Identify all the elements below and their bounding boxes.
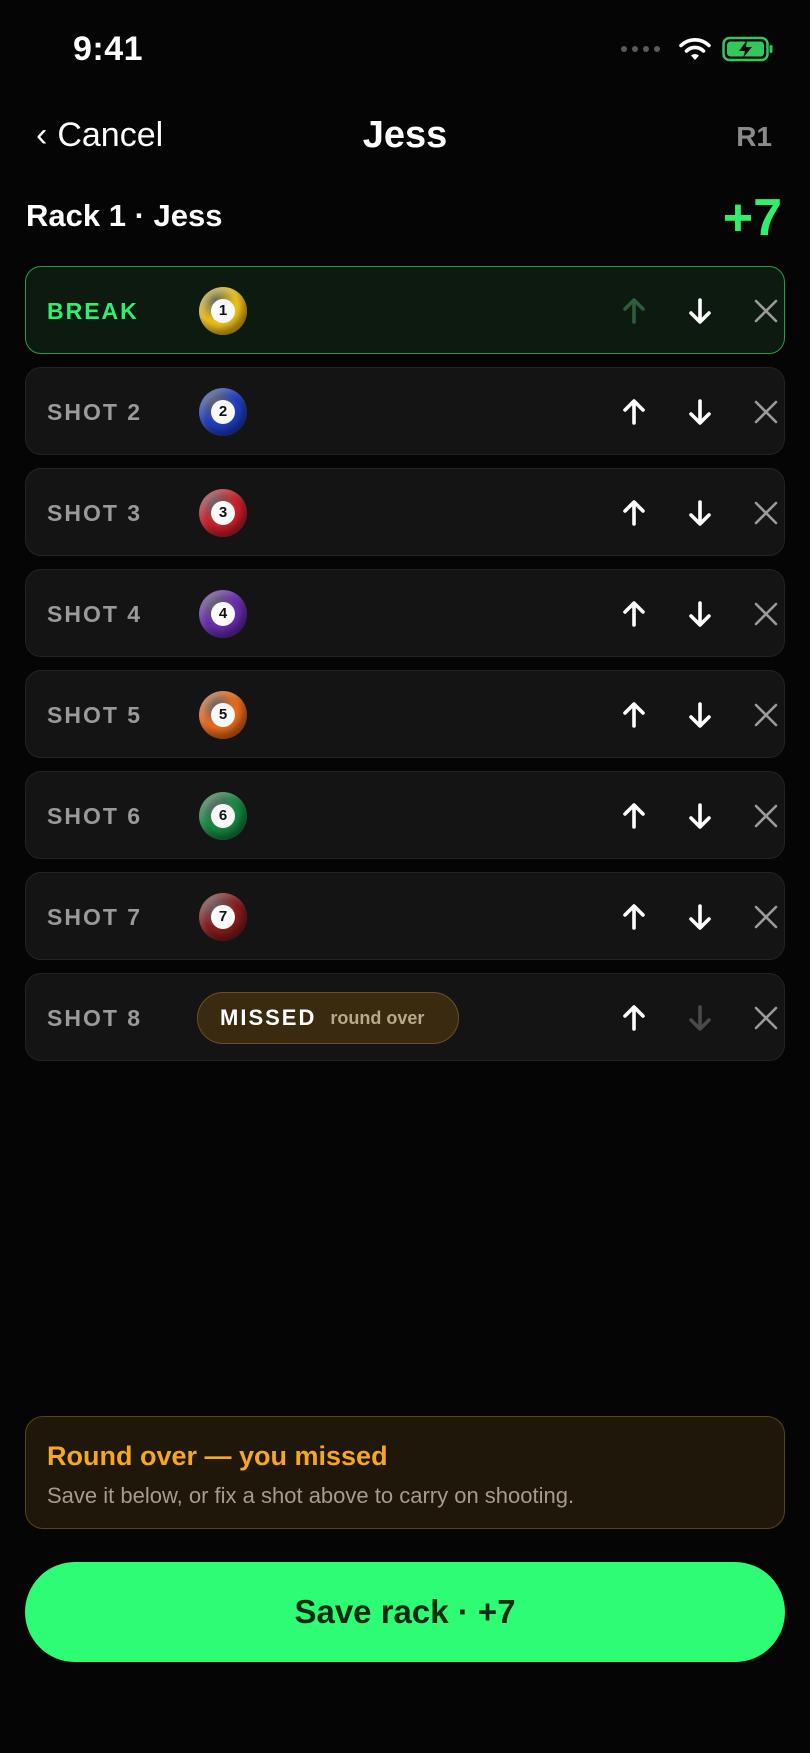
pool-ball-icon: 6 — [199, 792, 247, 840]
move-up-button[interactable] — [612, 491, 656, 535]
move-down-button[interactable] — [678, 794, 722, 838]
move-down-button[interactable] — [678, 289, 722, 333]
arrow-up-icon — [623, 904, 645, 930]
close-icon — [754, 400, 778, 424]
missed-label: MISSED — [220, 1005, 317, 1030]
arrow-down-icon — [689, 500, 711, 526]
arrow-down-icon — [689, 803, 711, 829]
ball-number: 2 — [211, 400, 235, 424]
pool-ball-icon: 2 — [199, 388, 247, 436]
shot-label: SHOT 3 — [47, 500, 143, 526]
move-up-button[interactable] — [612, 390, 656, 434]
close-icon — [754, 1006, 778, 1030]
arrow-down-icon — [689, 399, 711, 425]
shot-label: SHOT 5 — [47, 702, 143, 728]
remove-shot-button[interactable] — [744, 693, 788, 737]
move-up-button[interactable] — [612, 895, 656, 939]
arrow-up-icon — [623, 298, 645, 324]
pool-ball-icon: 4 — [199, 590, 247, 638]
save-rack-button[interactable]: Save rack · +7 — [25, 1562, 785, 1662]
shot-label: SHOT 4 — [47, 601, 143, 627]
ball-number: 6 — [211, 804, 235, 828]
move-up-button[interactable] — [612, 693, 656, 737]
shot-row: SHOT 7 7 — [25, 872, 785, 960]
move-up-button[interactable] — [612, 592, 656, 636]
arrow-up-icon — [623, 399, 645, 425]
move-up-button[interactable] — [612, 289, 656, 333]
arrow-down-icon — [689, 1005, 711, 1031]
ball-number: 1 — [211, 299, 235, 323]
remove-shot-button[interactable] — [744, 491, 788, 535]
ball-number: 7 — [211, 905, 235, 929]
arrow-down-icon — [689, 702, 711, 728]
status-icons — [621, 36, 774, 62]
pool-ball-icon: 3 — [199, 489, 247, 537]
remove-shot-button[interactable] — [744, 895, 788, 939]
ball-number: 4 — [211, 602, 235, 626]
notice-title: Round over — you missed — [47, 1441, 388, 1471]
shot-row: SHOT 5 5 — [25, 670, 785, 758]
remove-shot-button[interactable] — [744, 996, 788, 1040]
move-down-button[interactable] — [678, 390, 722, 434]
arrow-down-icon — [689, 601, 711, 627]
notice-text: Save it below, or fix a shot above to ca… — [47, 1483, 575, 1508]
close-icon — [754, 501, 778, 525]
shot-row: SHOT 3 3 — [25, 468, 785, 556]
missed-badge: MISSED round over — [197, 992, 459, 1044]
remove-shot-button[interactable] — [744, 794, 788, 838]
screen: 9:41 ‹ Cancel Jess R1 Rack 1 · Jess +7 B… — [0, 0, 810, 1753]
shot-row: SHOT 6 6 — [25, 771, 785, 859]
arrow-up-icon — [623, 500, 645, 526]
move-down-button[interactable] — [678, 895, 722, 939]
shot-row: SHOT 2 2 — [25, 367, 785, 455]
close-icon — [754, 299, 778, 323]
close-icon — [754, 905, 778, 929]
status-time: 9:41 — [73, 30, 144, 68]
round-indicator: R1 — [736, 121, 772, 152]
move-down-button[interactable] — [678, 491, 722, 535]
pool-ball-icon: 5 — [199, 691, 247, 739]
shot-label: SHOT 7 — [47, 904, 143, 930]
shot-label: BREAK — [47, 298, 139, 324]
arrow-up-icon — [623, 702, 645, 728]
shot-list: BREAK 1 SHOT 2 2 SHOT 3 3 SHOT 4 4 SHOT 5 5 SHOT 6… — [25, 266, 785, 1074]
shot-label: SHOT 6 — [47, 803, 143, 829]
move-up-button[interactable] — [612, 794, 656, 838]
move-down-button[interactable] — [678, 996, 722, 1040]
arrow-down-icon — [689, 298, 711, 324]
move-up-button[interactable] — [612, 996, 656, 1040]
arrow-up-icon — [623, 1005, 645, 1031]
arrow-down-icon — [689, 904, 711, 930]
pool-ball-icon: 7 — [199, 893, 247, 941]
remove-shot-button[interactable] — [744, 592, 788, 636]
wifi-icon — [679, 38, 711, 60]
missed-note: round over — [330, 1007, 425, 1028]
pool-ball-icon: 1 — [199, 287, 247, 335]
shot-row: BREAK 1 — [25, 266, 785, 354]
close-icon — [754, 804, 778, 828]
arrow-up-icon — [623, 601, 645, 627]
rack-title: Rack 1 · Jess — [26, 198, 223, 233]
close-icon — [754, 703, 778, 727]
ball-number: 5 — [211, 703, 235, 727]
shot-row: SHOT 8 MISSED round over — [25, 973, 785, 1061]
move-down-button[interactable] — [678, 693, 722, 737]
remove-shot-button[interactable] — [744, 390, 788, 434]
arrow-up-icon — [623, 803, 645, 829]
close-icon — [754, 602, 778, 626]
shot-label: SHOT 8 — [47, 1005, 143, 1031]
shot-label: SHOT 2 — [47, 399, 143, 425]
round-over-notice: Round over — you missed Save it below, o… — [25, 1416, 785, 1529]
page-title: Jess — [362, 114, 448, 156]
shot-row: SHOT 4 4 — [25, 569, 785, 657]
rack-score: +7 — [722, 189, 782, 247]
ball-number: 3 — [211, 501, 235, 525]
signal-icon — [621, 46, 660, 52]
move-down-button[interactable] — [678, 592, 722, 636]
battery-charging-icon — [722, 36, 773, 62]
remove-shot-button[interactable] — [744, 289, 788, 333]
